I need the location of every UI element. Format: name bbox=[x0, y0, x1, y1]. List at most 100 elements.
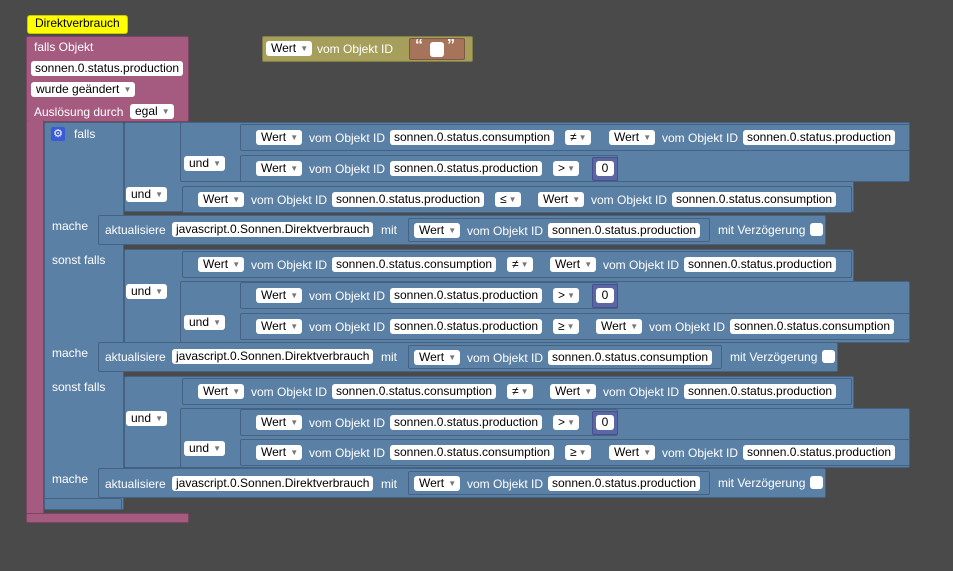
vom-label: vom Objekt ID bbox=[649, 320, 726, 334]
operator-dropdown[interactable]: ≤ ▼ bbox=[495, 192, 521, 207]
operator-label: ≠ bbox=[570, 130, 577, 144]
operator-dropdown[interactable]: > ▼ bbox=[553, 161, 580, 176]
operator-dropdown[interactable]: > ▼ bbox=[553, 415, 580, 430]
wert-dropdown[interactable]: Wert ▼ bbox=[414, 476, 461, 491]
mit-label: mit bbox=[381, 223, 397, 237]
aktualisiere-label: aktualisiere bbox=[105, 477, 166, 491]
number-field[interactable]: 0 bbox=[596, 415, 614, 430]
falls-objekt-label: falls Objekt bbox=[34, 40, 94, 54]
object-id-field[interactable]: sonnen.0.status.consumption bbox=[390, 445, 555, 460]
und-dropdown[interactable]: und ▼ bbox=[184, 315, 226, 330]
operator-dropdown[interactable]: ≥ ▼ bbox=[565, 445, 591, 460]
object-id-field[interactable]: sonnen.0.status.production bbox=[684, 257, 837, 272]
object-id-field[interactable]: sonnen.0.status.production bbox=[743, 445, 896, 460]
object-id-field[interactable]: sonnen.0.status.consumption bbox=[730, 319, 895, 334]
object-id-field[interactable]: sonnen.0.status.production bbox=[548, 223, 701, 238]
ausloesung-dropdown[interactable]: egal ▼ bbox=[130, 104, 174, 119]
wert-dropdown[interactable]: Wert ▼ bbox=[256, 445, 303, 460]
wert-label: Wert bbox=[261, 319, 287, 333]
und-dropdown[interactable]: und ▼ bbox=[126, 187, 168, 202]
if-block-bottom bbox=[44, 498, 122, 510]
vom-label: vom Objekt ID bbox=[309, 162, 386, 176]
target-id-field[interactable]: javascript.0.Sonnen.Direktverbrauch bbox=[172, 349, 374, 364]
delay-checkbox[interactable] bbox=[822, 350, 835, 363]
operator-dropdown[interactable]: ≠ ▼ bbox=[507, 384, 533, 399]
delay-checkbox[interactable] bbox=[810, 476, 823, 489]
vom-label: vom Objekt ID bbox=[467, 224, 544, 238]
gear-icon[interactable]: ⚙ bbox=[51, 127, 65, 141]
und-dropdown[interactable]: und ▼ bbox=[126, 284, 168, 299]
object-id-field[interactable]: sonnen.0.status.consumption bbox=[332, 257, 497, 272]
vom-label: vom Objekt ID bbox=[662, 446, 739, 460]
vom-label: vom Objekt ID bbox=[309, 416, 386, 430]
vom-label: vom Objekt ID bbox=[251, 258, 328, 272]
delay-checkbox[interactable] bbox=[810, 223, 823, 236]
chevron-down-icon: ▼ bbox=[578, 448, 587, 457]
vom-label: vom Objekt ID bbox=[591, 193, 668, 207]
chevron-down-icon: ▼ bbox=[566, 322, 575, 331]
wert-label: Wert bbox=[419, 476, 445, 490]
wert-dropdown[interactable]: Wert ▼ bbox=[538, 192, 585, 207]
operator-dropdown[interactable]: ≠ ▼ bbox=[565, 130, 591, 145]
floating-string-field[interactable] bbox=[430, 42, 444, 57]
floating-wert-dropdown[interactable]: Wert ▼ bbox=[266, 41, 313, 56]
object-id-field[interactable]: sonnen.0.status.consumption bbox=[390, 130, 555, 145]
sonst-falls-label: sonst falls bbox=[52, 253, 106, 267]
wert-dropdown[interactable]: Wert ▼ bbox=[198, 192, 245, 207]
object-id-field[interactable]: sonnen.0.status.production bbox=[743, 130, 896, 145]
wurde-dropdown[interactable]: wurde geändert ▼ bbox=[31, 82, 136, 97]
aktualisiere-label: aktualisiere bbox=[105, 223, 166, 237]
wert-dropdown[interactable]: Wert ▼ bbox=[198, 384, 245, 399]
chevron-down-icon: ▼ bbox=[448, 479, 457, 488]
number-field[interactable]: 0 bbox=[596, 161, 614, 176]
object-id-field[interactable]: sonnen.0.status.production bbox=[390, 288, 543, 303]
operator-dropdown[interactable]: > ▼ bbox=[553, 288, 580, 303]
vom-label: vom Objekt ID bbox=[603, 258, 680, 272]
chevron-down-icon: ▼ bbox=[232, 387, 241, 396]
target-id-field[interactable]: javascript.0.Sonnen.Direktverbrauch bbox=[172, 476, 374, 491]
object-id-field[interactable]: sonnen.0.status.production bbox=[548, 476, 701, 491]
chevron-down-icon: ▼ bbox=[161, 107, 170, 116]
wert-dropdown[interactable]: Wert ▼ bbox=[414, 223, 461, 238]
wert-dropdown[interactable]: Wert ▼ bbox=[256, 415, 303, 430]
wert-dropdown[interactable]: Wert ▼ bbox=[256, 130, 303, 145]
object-id-field[interactable]: sonnen.0.status.consumption bbox=[548, 350, 713, 365]
chevron-down-icon: ▼ bbox=[630, 322, 639, 331]
chevron-down-icon: ▼ bbox=[567, 418, 576, 427]
und-label: und bbox=[189, 315, 210, 329]
vom-label: vom Objekt ID bbox=[603, 385, 680, 399]
wert-dropdown[interactable]: Wert ▼ bbox=[550, 257, 597, 272]
wert-dropdown[interactable]: Wert ▼ bbox=[256, 161, 303, 176]
operator-dropdown[interactable]: ≥ ▼ bbox=[553, 319, 579, 334]
object-id-field[interactable]: sonnen.0.status.production bbox=[390, 415, 543, 430]
chevron-down-icon: ▼ bbox=[300, 44, 309, 53]
object-id-field[interactable]: sonnen.0.status.production bbox=[332, 192, 485, 207]
trigger-object-id-field[interactable]: sonnen.0.status.production bbox=[31, 61, 184, 76]
if-block[interactable] bbox=[44, 122, 124, 510]
object-id-field[interactable]: sonnen.0.status.consumption bbox=[332, 384, 497, 399]
number-field[interactable]: 0 bbox=[596, 288, 614, 303]
und-dropdown[interactable]: und ▼ bbox=[126, 411, 168, 426]
vom-label: vom Objekt ID bbox=[251, 385, 328, 399]
object-id-field[interactable]: sonnen.0.status.consumption bbox=[672, 192, 837, 207]
object-id-field[interactable]: sonnen.0.status.production bbox=[390, 319, 543, 334]
wert-dropdown[interactable]: Wert ▼ bbox=[256, 288, 303, 303]
wert-dropdown[interactable]: Wert ▼ bbox=[596, 319, 643, 334]
object-id-field[interactable]: sonnen.0.status.production bbox=[684, 384, 837, 399]
operator-dropdown[interactable]: ≠ ▼ bbox=[507, 257, 533, 272]
wert-dropdown[interactable]: Wert ▼ bbox=[256, 319, 303, 334]
wert-dropdown[interactable]: Wert ▼ bbox=[198, 257, 245, 272]
object-id-field[interactable]: sonnen.0.status.production bbox=[390, 161, 543, 176]
wert-dropdown[interactable]: Wert ▼ bbox=[609, 445, 656, 460]
wurde-dropdown-label: wurde geändert bbox=[36, 82, 120, 96]
sonst-falls-label: sonst falls bbox=[52, 380, 106, 394]
chevron-down-icon: ▼ bbox=[155, 190, 164, 199]
operator-label: ≥ bbox=[570, 445, 577, 459]
und-dropdown[interactable]: und ▼ bbox=[184, 156, 226, 171]
wert-dropdown[interactable]: Wert ▼ bbox=[550, 384, 597, 399]
wert-dropdown[interactable]: Wert ▼ bbox=[414, 350, 461, 365]
und-dropdown[interactable]: und ▼ bbox=[184, 441, 226, 456]
target-id-field[interactable]: javascript.0.Sonnen.Direktverbrauch bbox=[172, 222, 374, 237]
wert-dropdown[interactable]: Wert ▼ bbox=[609, 130, 656, 145]
wert-label: Wert bbox=[614, 445, 640, 459]
